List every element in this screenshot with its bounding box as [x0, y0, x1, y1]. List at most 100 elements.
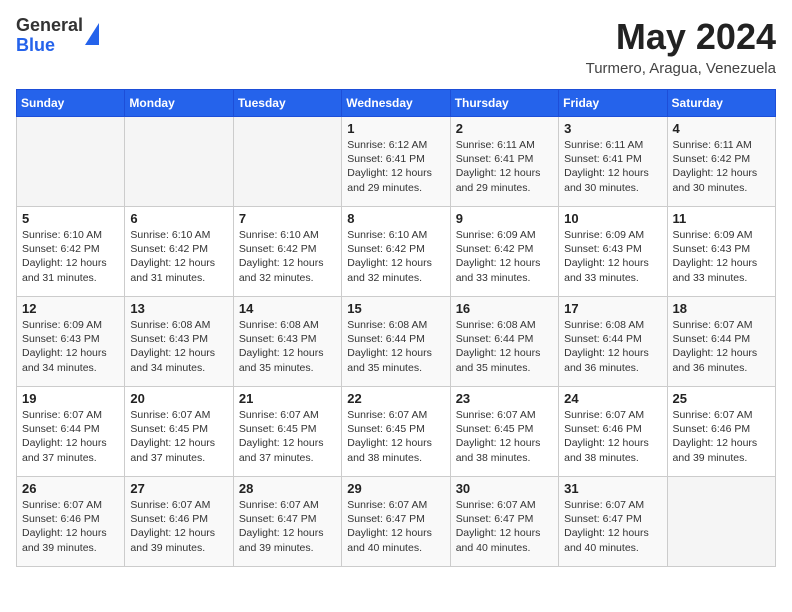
calendar-cell: 12 Sunrise: 6:09 AM Sunset: 6:43 PM Dayli… — [17, 297, 125, 387]
day-info: Sunrise: 6:11 AM Sunset: 6:42 PM Dayligh… — [673, 138, 770, 195]
calendar-cell: 25 Sunrise: 6:07 AM Sunset: 6:46 PM Dayli… — [667, 387, 775, 477]
weekday-header-row: SundayMondayTuesdayWednesdayThursdayFrid… — [17, 90, 776, 117]
calendar-cell: 18 Sunrise: 6:07 AM Sunset: 6:44 PM Dayli… — [667, 297, 775, 387]
calendar-cell: 30 Sunrise: 6:07 AM Sunset: 6:47 PM Dayli… — [450, 477, 558, 567]
calendar-cell — [125, 117, 233, 207]
day-number: 13 — [130, 301, 227, 316]
logo-blue: Blue — [16, 35, 55, 55]
logo-triangle-icon — [85, 23, 99, 45]
day-number: 17 — [564, 301, 661, 316]
day-number: 9 — [456, 211, 553, 226]
calendar-cell: 23Sunrise: 6:07 AM Sunset: 6:45 PM Dayli… — [450, 387, 558, 477]
title-block: May 2024 Turmero, Aragua, Venezuela — [586, 16, 776, 77]
calendar-cell — [17, 117, 125, 207]
month-title: May 2024 — [586, 16, 776, 58]
day-info: Sunrise: 6:10 AM Sunset: 6:42 PM Dayligh… — [130, 228, 227, 285]
day-info: Sunrise: 6:07 AM Sunset: 6:47 PM Dayligh… — [564, 498, 661, 555]
day-number: 10 — [564, 211, 661, 226]
day-number: 30 — [456, 481, 553, 496]
calendar-table: SundayMondayTuesdayWednesdayThursdayFrid… — [16, 89, 776, 567]
day-number: 20 — [130, 391, 227, 406]
day-info: Sunrise: 6:09 AM Sunset: 6:43 PM Dayligh… — [564, 228, 661, 285]
weekday-header-thursday: Thursday — [450, 90, 558, 117]
calendar-cell: 15 Sunrise: 6:08 AM Sunset: 6:44 PM Dayli… — [342, 297, 450, 387]
day-info: Sunrise: 6:10 AM Sunset: 6:42 PM Dayligh… — [239, 228, 336, 285]
calendar-cell: 28Sunrise: 6:07 AM Sunset: 6:47 PM Dayli… — [233, 477, 341, 567]
calendar-cell — [667, 477, 775, 567]
calendar-cell: 2Sunrise: 6:11 AM Sunset: 6:41 PM Daylig… — [450, 117, 558, 207]
calendar-cell: 21Sunrise: 6:07 AM Sunset: 6:45 PM Dayli… — [233, 387, 341, 477]
logo-general: General — [16, 15, 83, 35]
day-info: Sunrise: 6:07 AM Sunset: 6:46 PM Dayligh… — [673, 408, 770, 465]
calendar-cell: 31Sunrise: 6:07 AM Sunset: 6:47 PM Dayli… — [559, 477, 667, 567]
day-info: Sunrise: 6:08 AM Sunset: 6:44 PM Dayligh… — [456, 318, 553, 375]
calendar-cell: 4 Sunrise: 6:11 AM Sunset: 6:42 PM Daylig… — [667, 117, 775, 207]
day-info: Sunrise: 6:07 AM Sunset: 6:46 PM Dayligh… — [130, 498, 227, 555]
calendar-week-4: 19 Sunrise: 6:07 AM Sunset: 6:44 PM Dayli… — [17, 387, 776, 477]
calendar-cell: 24 Sunrise: 6:07 AM Sunset: 6:46 PM Dayli… — [559, 387, 667, 477]
day-number: 27 — [130, 481, 227, 496]
day-info: Sunrise: 6:07 AM Sunset: 6:45 PM Dayligh… — [347, 408, 444, 465]
calendar-week-3: 12 Sunrise: 6:09 AM Sunset: 6:43 PM Dayli… — [17, 297, 776, 387]
day-number: 6 — [130, 211, 227, 226]
calendar-cell: 29 Sunrise: 6:07 AM Sunset: 6:47 PM Dayli… — [342, 477, 450, 567]
weekday-header-tuesday: Tuesday — [233, 90, 341, 117]
day-number: 12 — [22, 301, 119, 316]
day-info: Sunrise: 6:07 AM Sunset: 6:46 PM Dayligh… — [22, 498, 119, 555]
day-info: Sunrise: 6:10 AM Sunset: 6:42 PM Dayligh… — [347, 228, 444, 285]
day-info: Sunrise: 6:08 AM Sunset: 6:43 PM Dayligh… — [239, 318, 336, 375]
day-info: Sunrise: 6:07 AM Sunset: 6:46 PM Dayligh… — [564, 408, 661, 465]
day-number: 3 — [564, 121, 661, 136]
calendar-week-1: 1 Sunrise: 6:12 AM Sunset: 6:41 PM Daylig… — [17, 117, 776, 207]
calendar-cell: 10 Sunrise: 6:09 AM Sunset: 6:43 PM Dayli… — [559, 207, 667, 297]
calendar-cell: 19 Sunrise: 6:07 AM Sunset: 6:44 PM Dayli… — [17, 387, 125, 477]
day-info: Sunrise: 6:07 AM Sunset: 6:44 PM Dayligh… — [673, 318, 770, 375]
day-number: 28 — [239, 481, 336, 496]
day-number: 4 — [673, 121, 770, 136]
weekday-header-wednesday: Wednesday — [342, 90, 450, 117]
day-info: Sunrise: 6:08 AM Sunset: 6:43 PM Dayligh… — [130, 318, 227, 375]
calendar-cell: 8Sunrise: 6:10 AM Sunset: 6:42 PM Daylig… — [342, 207, 450, 297]
day-number: 25 — [673, 391, 770, 406]
day-number: 22 — [347, 391, 444, 406]
calendar-cell: 7 Sunrise: 6:10 AM Sunset: 6:42 PM Daylig… — [233, 207, 341, 297]
day-info: Sunrise: 6:07 AM Sunset: 6:47 PM Dayligh… — [347, 498, 444, 555]
calendar-cell: 3 Sunrise: 6:11 AM Sunset: 6:41 PM Daylig… — [559, 117, 667, 207]
day-number: 26 — [22, 481, 119, 496]
calendar-cell: 6 Sunrise: 6:10 AM Sunset: 6:42 PM Daylig… — [125, 207, 233, 297]
calendar-cell: 13 Sunrise: 6:08 AM Sunset: 6:43 PM Dayli… — [125, 297, 233, 387]
day-number: 7 — [239, 211, 336, 226]
day-number: 18 — [673, 301, 770, 316]
day-info: Sunrise: 6:11 AM Sunset: 6:41 PM Dayligh… — [564, 138, 661, 195]
day-number: 16 — [456, 301, 553, 316]
day-number: 11 — [673, 211, 770, 226]
day-number: 15 — [347, 301, 444, 316]
calendar-week-2: 5Sunrise: 6:10 AM Sunset: 6:42 PM Daylig… — [17, 207, 776, 297]
day-number: 21 — [239, 391, 336, 406]
day-info: Sunrise: 6:08 AM Sunset: 6:44 PM Dayligh… — [347, 318, 444, 375]
day-number: 29 — [347, 481, 444, 496]
calendar-cell: 27 Sunrise: 6:07 AM Sunset: 6:46 PM Dayli… — [125, 477, 233, 567]
day-info: Sunrise: 6:11 AM Sunset: 6:41 PM Dayligh… — [456, 138, 553, 195]
weekday-header-sunday: Sunday — [17, 90, 125, 117]
day-number: 24 — [564, 391, 661, 406]
day-info: Sunrise: 6:09 AM Sunset: 6:43 PM Dayligh… — [22, 318, 119, 375]
day-info: Sunrise: 6:08 AM Sunset: 6:44 PM Dayligh… — [564, 318, 661, 375]
weekday-header-friday: Friday — [559, 90, 667, 117]
page-header: General Blue May 2024 Turmero, Aragua, V… — [16, 16, 776, 77]
day-info: Sunrise: 6:12 AM Sunset: 6:41 PM Dayligh… — [347, 138, 444, 195]
logo: General Blue — [16, 16, 99, 56]
calendar-cell: 20Sunrise: 6:07 AM Sunset: 6:45 PM Dayli… — [125, 387, 233, 477]
weekday-header-saturday: Saturday — [667, 90, 775, 117]
day-info: Sunrise: 6:07 AM Sunset: 6:44 PM Dayligh… — [22, 408, 119, 465]
calendar-week-5: 26 Sunrise: 6:07 AM Sunset: 6:46 PM Dayli… — [17, 477, 776, 567]
day-number: 1 — [347, 121, 444, 136]
day-number: 19 — [22, 391, 119, 406]
day-number: 14 — [239, 301, 336, 316]
calendar-cell: 14 Sunrise: 6:08 AM Sunset: 6:43 PM Dayli… — [233, 297, 341, 387]
calendar-cell: 5Sunrise: 6:10 AM Sunset: 6:42 PM Daylig… — [17, 207, 125, 297]
calendar-cell — [233, 117, 341, 207]
day-info: Sunrise: 6:07 AM Sunset: 6:47 PM Dayligh… — [456, 498, 553, 555]
calendar-cell: 22 Sunrise: 6:07 AM Sunset: 6:45 PM Dayli… — [342, 387, 450, 477]
day-info: Sunrise: 6:07 AM Sunset: 6:45 PM Dayligh… — [456, 408, 553, 465]
